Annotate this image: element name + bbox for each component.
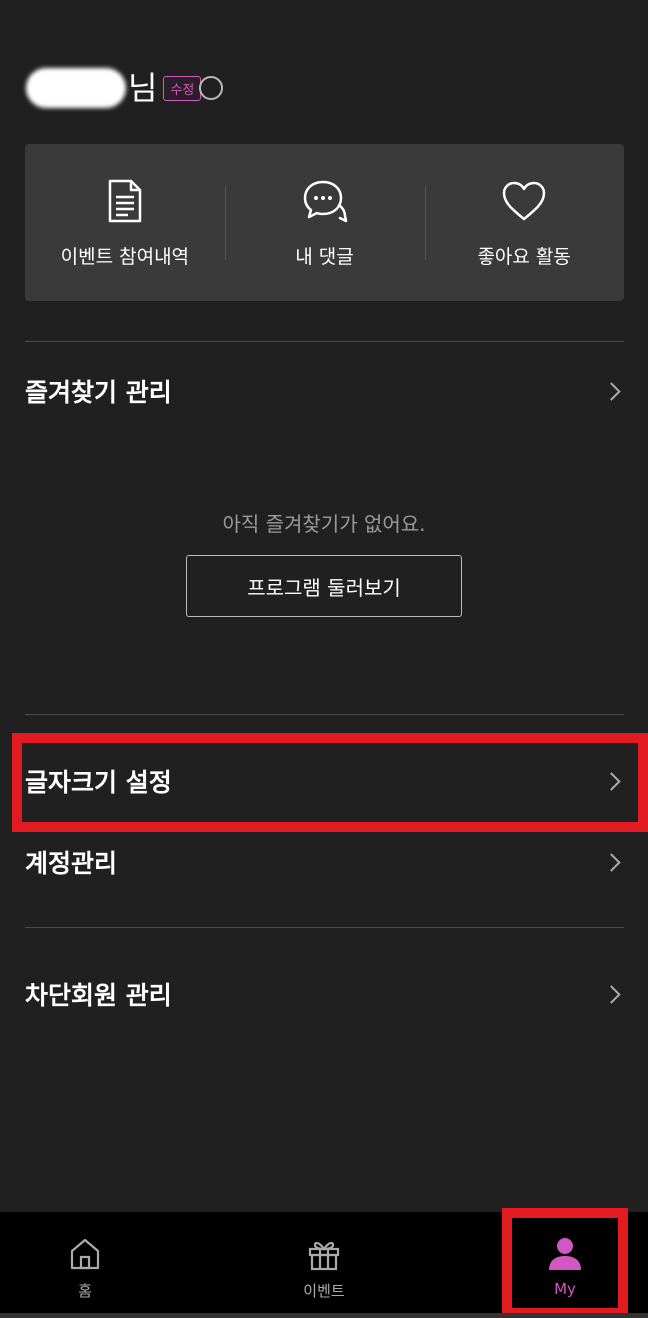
edit-profile-button[interactable]: 수정	[163, 75, 202, 101]
profile-circle-icon[interactable]	[199, 76, 224, 100]
profile-header: 님 수정	[26, 64, 224, 112]
home-icon	[69, 1234, 101, 1274]
nav-events-label: 이벤트	[303, 1282, 345, 1300]
favorites-empty-message: 아직 즐겨찾기가 없어요.	[222, 512, 426, 536]
gift-icon	[307, 1234, 341, 1274]
heart-icon	[501, 178, 547, 224]
chevron-right-icon	[602, 852, 621, 872]
my-comments-label: 내 댓글	[295, 246, 354, 268]
chevron-right-icon	[602, 984, 621, 1004]
likes-activity-button[interactable]: 좋아요 활동	[424, 144, 624, 301]
section-divider	[25, 927, 624, 928]
user-name-redacted	[26, 68, 126, 108]
nav-events[interactable]: 이벤트	[216, 1212, 432, 1312]
chevron-right-icon	[602, 381, 621, 401]
account-manage-title: 계정관리	[25, 849, 118, 878]
highlight-box	[12, 733, 648, 832]
blocked-members-title: 차단회원 관리	[25, 981, 172, 1010]
favorites-manage-row[interactable]: 즐겨찾기 관리	[25, 361, 624, 421]
likes-activity-label: 좋아요 활동	[477, 246, 571, 268]
document-icon	[107, 178, 143, 224]
system-nav-strip	[0, 1313, 648, 1318]
browse-programs-button[interactable]: 프로그램 둘러보기	[186, 555, 462, 617]
account-manage-row[interactable]: 계정관리	[25, 832, 624, 892]
highlight-box	[502, 1208, 628, 1318]
nav-home[interactable]: 홈	[0, 1212, 193, 1312]
blocked-members-row[interactable]: 차단회원 관리	[25, 964, 624, 1024]
my-comments-button[interactable]: 내 댓글	[225, 144, 425, 301]
name-suffix: 님	[128, 69, 158, 107]
favorites-title: 즐겨찾기 관리	[25, 378, 172, 407]
event-history-button[interactable]: 이벤트 참여내역	[25, 144, 225, 301]
nav-home-label: 홈	[78, 1282, 92, 1300]
comment-icon	[302, 178, 348, 224]
event-history-label: 이벤트 참여내역	[60, 246, 190, 268]
section-divider	[25, 341, 624, 342]
activity-card: 이벤트 참여내역 내 댓글 좋아요 활동	[25, 144, 624, 301]
section-divider	[25, 714, 624, 715]
